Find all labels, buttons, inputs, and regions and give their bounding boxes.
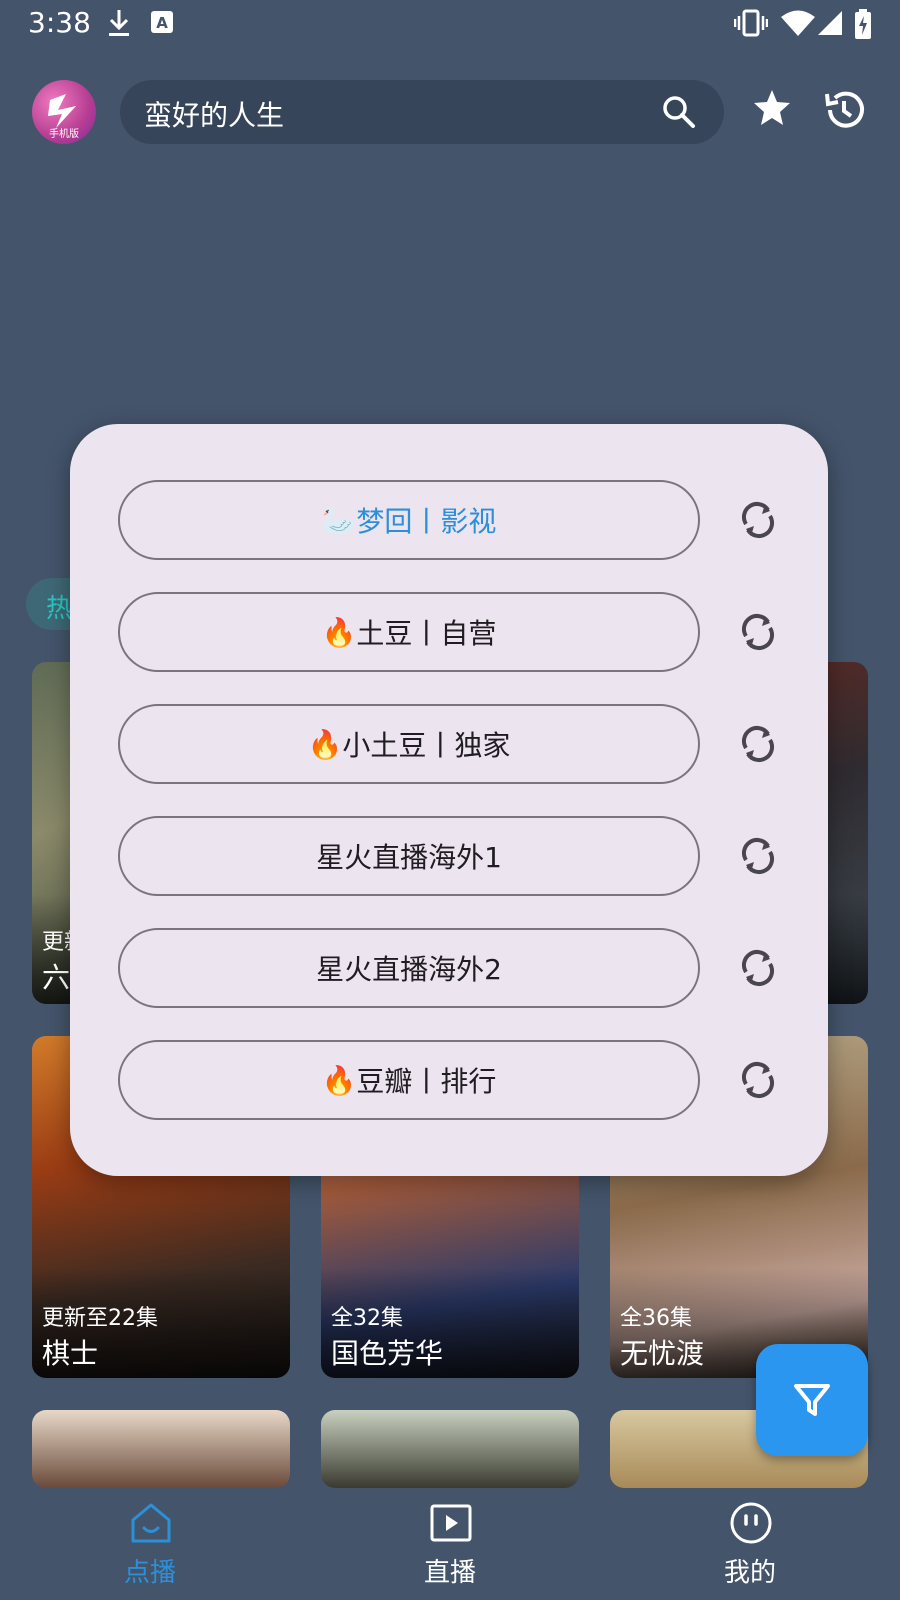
- card-title: 棋士: [42, 1337, 99, 1370]
- fire-icon: 🔥: [307, 727, 343, 761]
- battery-icon: [854, 8, 872, 44]
- refresh-icon[interactable]: [738, 612, 778, 656]
- swan-icon: 🦢: [321, 503, 357, 537]
- source-row: 🔥 豆瓣丨排行: [70, 1040, 828, 1120]
- source-label: 土豆丨自营: [356, 617, 497, 650]
- source-label: 星火直播海外2: [316, 953, 502, 986]
- source-button[interactable]: 星火直播海外1: [118, 816, 700, 896]
- app-badge: 手机版: [49, 129, 79, 140]
- source-row: 🔥 小土豆丨独家: [70, 704, 828, 784]
- keyboard-a-icon: A: [150, 8, 174, 40]
- source-label: 梦回丨影视: [356, 505, 497, 538]
- source-button[interactable]: 星火直播海外2: [118, 928, 700, 1008]
- search-text: 蛮好的人生: [144, 99, 285, 132]
- card-update: 更新至22集: [42, 1306, 158, 1331]
- refresh-icon[interactable]: [738, 836, 778, 880]
- card-update: 全32集: [331, 1306, 403, 1331]
- svg-text:A: A: [156, 14, 168, 32]
- nav-vod-label: 点播: [123, 1558, 176, 1588]
- source-label: 豆瓣丨排行: [356, 1065, 497, 1098]
- vibrate-icon: [733, 8, 769, 42]
- source-label: 星火直播海外1: [316, 841, 502, 874]
- history-icon[interactable]: [822, 88, 866, 136]
- source-row: 🦢 梦回丨影视: [70, 480, 828, 560]
- fire-icon: 🔥: [321, 1063, 357, 1097]
- fire-icon: 🔥: [321, 615, 357, 649]
- source-button[interactable]: 🦢 梦回丨影视: [118, 480, 700, 560]
- refresh-icon[interactable]: [738, 1060, 778, 1104]
- favorites-star-icon[interactable]: [752, 88, 792, 132]
- wifi-icon: [780, 8, 816, 42]
- app-logo[interactable]: 手机版: [32, 80, 96, 144]
- source-row: 星火直播海外2: [70, 928, 828, 1008]
- source-label: 小土豆丨独家: [342, 729, 511, 762]
- download-icon: [106, 8, 132, 42]
- source-button[interactable]: 🔥 小土豆丨独家: [118, 704, 700, 784]
- status-time: 3:38: [28, 6, 91, 39]
- nav-mine[interactable]: 我的: [650, 1488, 850, 1600]
- source-button[interactable]: 🔥 土豆丨自营: [118, 592, 700, 672]
- search-icon[interactable]: [662, 95, 696, 133]
- category-chip-label: 热: [46, 594, 73, 624]
- filter-button[interactable]: [756, 1344, 868, 1456]
- card-title: 无忧渡: [620, 1337, 705, 1370]
- card-update: 全36集: [620, 1306, 692, 1331]
- source-dialog: 🦢 梦回丨影视 🔥 土豆丨自营 🔥 小土豆丨独家 星火直播海外1 星火直播海外2…: [70, 424, 828, 1176]
- card-title: 国色芳华: [331, 1337, 444, 1370]
- refresh-icon[interactable]: [738, 948, 778, 992]
- refresh-icon[interactable]: [738, 724, 778, 768]
- nav-mine-label: 我的: [723, 1558, 776, 1588]
- source-row: 星火直播海外1: [70, 816, 828, 896]
- play-icon: [430, 1504, 472, 1542]
- video-card[interactable]: [321, 1410, 579, 1488]
- card-title: 六: [42, 961, 71, 994]
- header: 手机版 蛮好的人生: [0, 78, 900, 148]
- source-button[interactable]: 🔥 豆瓣丨排行: [118, 1040, 700, 1120]
- signal-icon: [818, 8, 844, 42]
- status-bar: 3:38 A: [0, 0, 900, 50]
- source-row: 🔥 土豆丨自营: [70, 592, 828, 672]
- refresh-icon[interactable]: [738, 500, 778, 544]
- nav-vod[interactable]: 点播: [50, 1488, 250, 1600]
- home-icon: [131, 1503, 171, 1543]
- bottom-nav: 点播 直播 我的: [0, 1488, 900, 1600]
- nav-live[interactable]: 直播: [350, 1488, 550, 1600]
- search-input[interactable]: 蛮好的人生: [120, 80, 724, 144]
- face-icon: [730, 1502, 772, 1544]
- filter-icon: [794, 1384, 830, 1416]
- nav-live-label: 直播: [423, 1558, 476, 1588]
- video-card[interactable]: [32, 1410, 290, 1488]
